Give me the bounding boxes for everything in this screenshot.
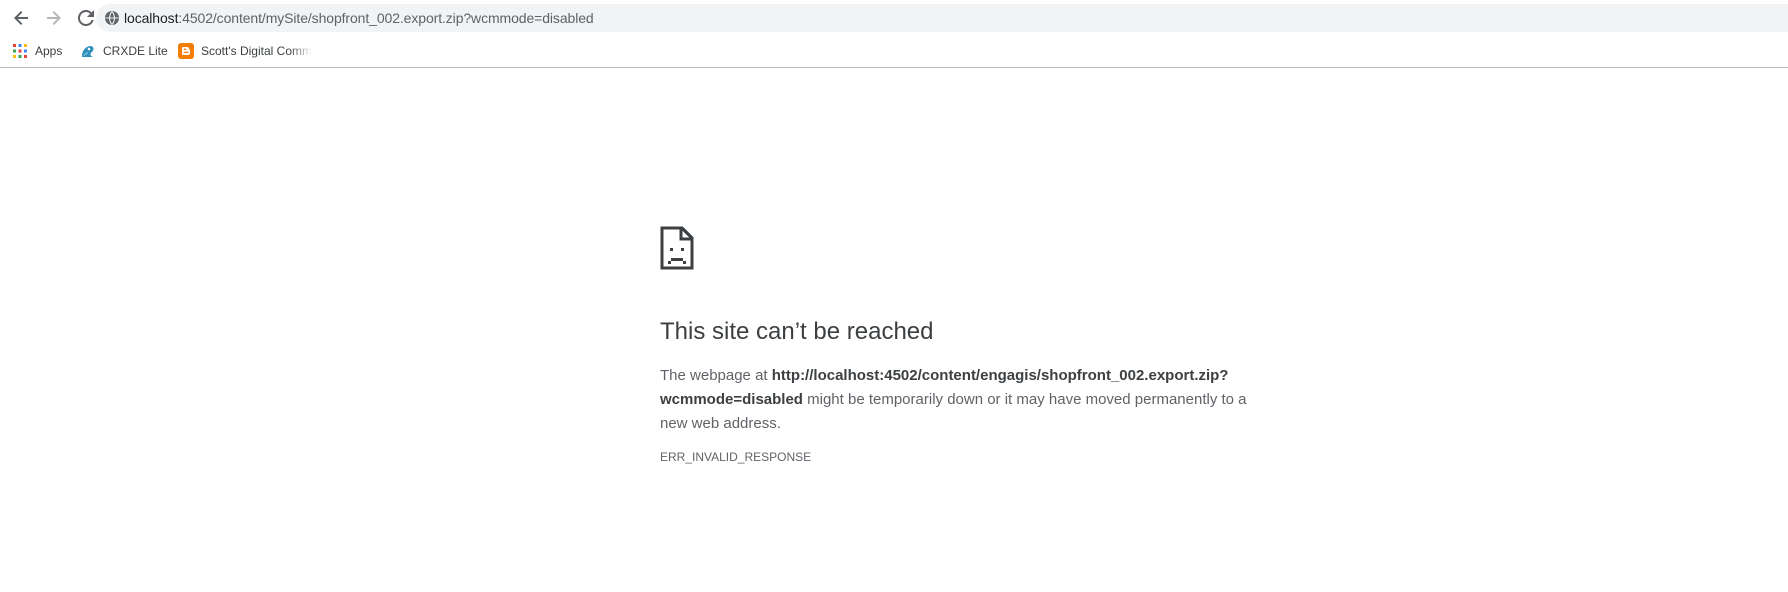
bookmarks-bar: Apps CRXDE Lite Scott's Digital Comm — [0, 36, 1788, 68]
crxde-icon — [82, 46, 94, 57]
arrow-left-icon — [14, 11, 28, 25]
arrow-right-icon — [47, 11, 61, 25]
url-path: :4502/content/mySite/shopfront_002.expor… — [178, 10, 594, 26]
browser-toolbar: localhost:4502/content/mySite/shopfront_… — [0, 0, 1788, 36]
forward-button[interactable] — [41, 6, 65, 30]
reload-button[interactable] — [74, 6, 98, 30]
address-bar[interactable]: localhost:4502/content/mySite/shopfront_… — [96, 4, 1788, 32]
url-host: localhost — [124, 10, 179, 26]
reload-icon — [78, 10, 94, 26]
error-description: The webpage at http://localhost:4502/con… — [660, 364, 1260, 436]
sad-document-icon — [660, 226, 694, 270]
bookmark-label: Apps — [35, 44, 63, 58]
bookmark-label: Scott's Digital Comm — [201, 44, 312, 58]
apps-grid-icon — [13, 44, 27, 58]
bookmark-crxde-lite[interactable]: CRXDE Lite — [80, 36, 168, 66]
back-button[interactable] — [10, 6, 34, 30]
bookmark-scotts-digital[interactable]: Scott's Digital Comm — [178, 36, 318, 66]
globe-icon[interactable] — [104, 10, 120, 26]
url-text[interactable]: localhost:4502/content/mySite/shopfront_… — [124, 4, 594, 32]
error-desc-prefix: The webpage at — [660, 367, 772, 384]
error-code: ERR_INVALID_RESPONSE — [660, 450, 812, 464]
error-title: This site can’t be reached — [660, 318, 934, 345]
bookmark-apps[interactable]: Apps — [12, 36, 62, 66]
blogger-icon — [178, 43, 194, 59]
bookmark-label: CRXDE Lite — [103, 44, 168, 58]
